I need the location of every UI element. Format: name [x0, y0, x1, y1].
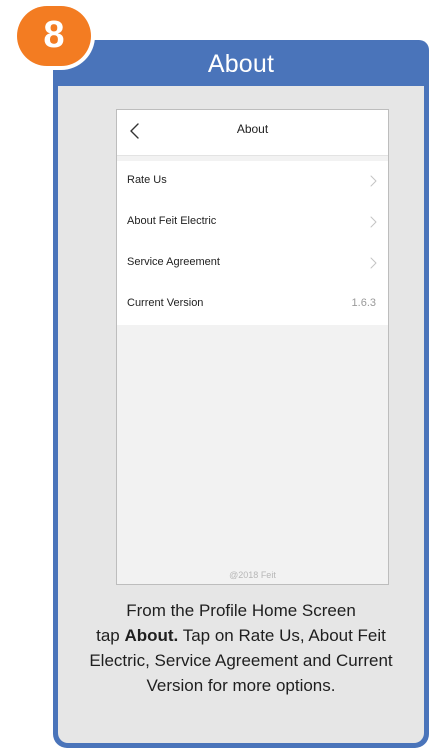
menu-item-about-feit-electric[interactable]: About Feit Electric [117, 202, 388, 243]
phone-screenshot: About Rate Us About Feit Electric Servic… [116, 109, 389, 585]
menu-item-label: Current Version [127, 297, 204, 309]
chevron-right-icon [370, 216, 377, 228]
phone-header: About [117, 110, 388, 156]
caption-bold-about: About. [124, 626, 179, 645]
menu-item-current-version[interactable]: Current Version 1.6.3 [117, 284, 388, 325]
phone-page-title: About [236, 122, 269, 136]
about-menu-list: Rate Us About Feit Electric Service Agre… [117, 161, 388, 325]
caption-text-before: tap [96, 626, 125, 645]
caption-line-1: From the Profile Home Screen [126, 601, 356, 620]
menu-item-label: Rate Us [127, 174, 167, 186]
card-title: About [207, 50, 275, 78]
copyright-footer: @2018 Feit [229, 570, 276, 580]
chevron-right-icon [370, 257, 377, 269]
menu-item-label: About Feit Electric [127, 215, 217, 227]
menu-item-rate-us[interactable]: Rate Us [117, 161, 388, 202]
step-number: 8 [43, 14, 65, 56]
chevron-right-icon [370, 175, 377, 187]
menu-item-label: Service Agreement [127, 256, 220, 268]
menu-item-service-agreement[interactable]: Service Agreement [117, 243, 388, 284]
step-badge-wrapper: 8 [17, 6, 91, 66]
version-value: 1.6.3 [351, 297, 376, 309]
instruction-caption: From the Profile Home Screen tap About. … [64, 598, 418, 698]
